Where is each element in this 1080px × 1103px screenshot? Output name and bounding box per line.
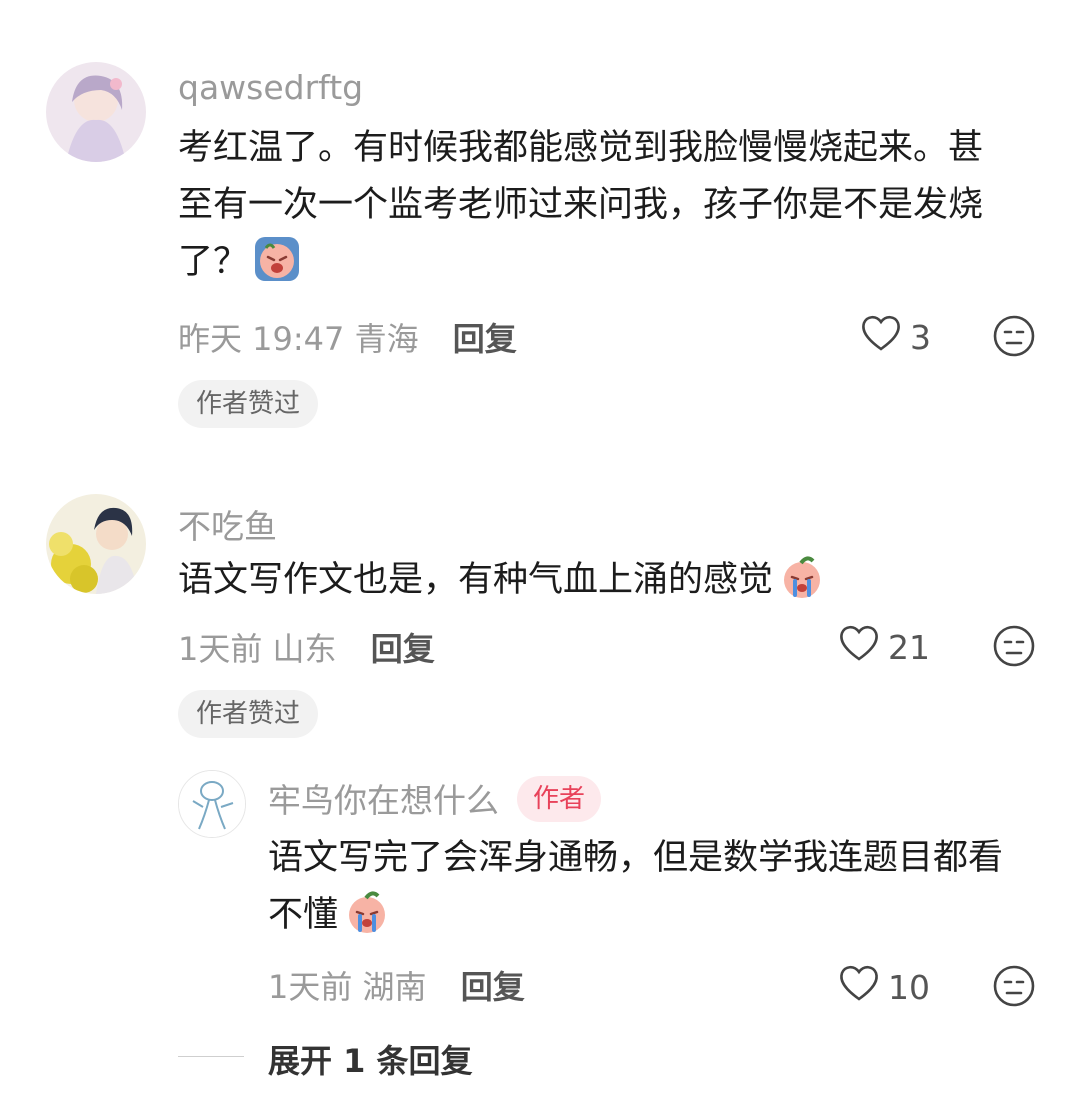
avatar[interactable] — [178, 770, 246, 838]
like-button[interactable]: 3 — [860, 314, 931, 360]
heart-icon — [838, 624, 880, 670]
dislike-button[interactable] — [992, 314, 1036, 362]
neutral-face-icon — [993, 625, 1035, 667]
comment-location: 山东 — [272, 630, 337, 668]
comment-text: 语文写作文也是，有种气血上涌的感觉 — [178, 552, 998, 609]
comment-location: 青海 — [354, 320, 419, 358]
comment-text-content: 语文写作文也是，有种气血上涌的感觉 — [178, 560, 774, 600]
neutral-face-icon — [993, 965, 1035, 1007]
comment-text: 考红温了。有时候我都能感觉到我脸慢慢烧起来。甚至有一次一个监考老师过来问我，孩子… — [178, 120, 998, 291]
username[interactable]: qawsedrftg — [178, 68, 363, 107]
username: 牢鸟你在想什么 作者 — [268, 774, 602, 826]
like-button[interactable]: 10 — [838, 964, 930, 1010]
neutral-face-icon — [993, 315, 1035, 357]
expand-replies-button[interactable]: 展开 1 条回复 — [268, 1036, 473, 1082]
like-count: 21 — [888, 627, 930, 667]
comment-meta: 昨天 19:47 青海 回复 — [178, 314, 517, 360]
reply-button[interactable]: 回复 — [371, 630, 435, 668]
crying-face-emoji-icon — [779, 554, 825, 600]
author-liked-badge: 作者赞过 — [178, 690, 319, 738]
comment-meta: 1天前 山东 回复 — [178, 624, 435, 670]
author-tag: 作者 — [517, 775, 602, 822]
crying-face-emoji-icon — [344, 889, 390, 935]
sob-face-emoji-icon — [254, 236, 300, 282]
avatar[interactable] — [46, 494, 146, 594]
dislike-button[interactable] — [992, 624, 1036, 672]
dislike-button[interactable] — [992, 964, 1036, 1012]
heart-icon — [838, 964, 880, 1010]
like-count: 3 — [910, 317, 931, 357]
reply-time: 1天前 — [268, 968, 353, 1006]
avatar[interactable] — [46, 62, 146, 162]
reply-username[interactable]: 牢鸟你在想什么 — [268, 781, 499, 820]
reply-text: 语文写完了会浑身通畅，但是数学我连题目都看不懂 — [268, 830, 1028, 944]
like-button[interactable]: 21 — [838, 624, 930, 670]
reply-button[interactable]: 回复 — [453, 320, 517, 358]
heart-icon — [860, 314, 902, 360]
like-count: 10 — [888, 967, 930, 1007]
expand-divider — [178, 1056, 244, 1057]
username[interactable]: 不吃鱼 — [178, 500, 277, 548]
comment-time: 昨天 19:47 — [178, 320, 345, 358]
reply-button[interactable]: 回复 — [461, 968, 525, 1006]
reply-meta: 1天前 湖南 回复 — [268, 962, 525, 1008]
reply-location: 湖南 — [362, 968, 427, 1006]
comment-time: 1天前 — [178, 630, 263, 668]
author-liked-badge: 作者赞过 — [178, 380, 319, 428]
